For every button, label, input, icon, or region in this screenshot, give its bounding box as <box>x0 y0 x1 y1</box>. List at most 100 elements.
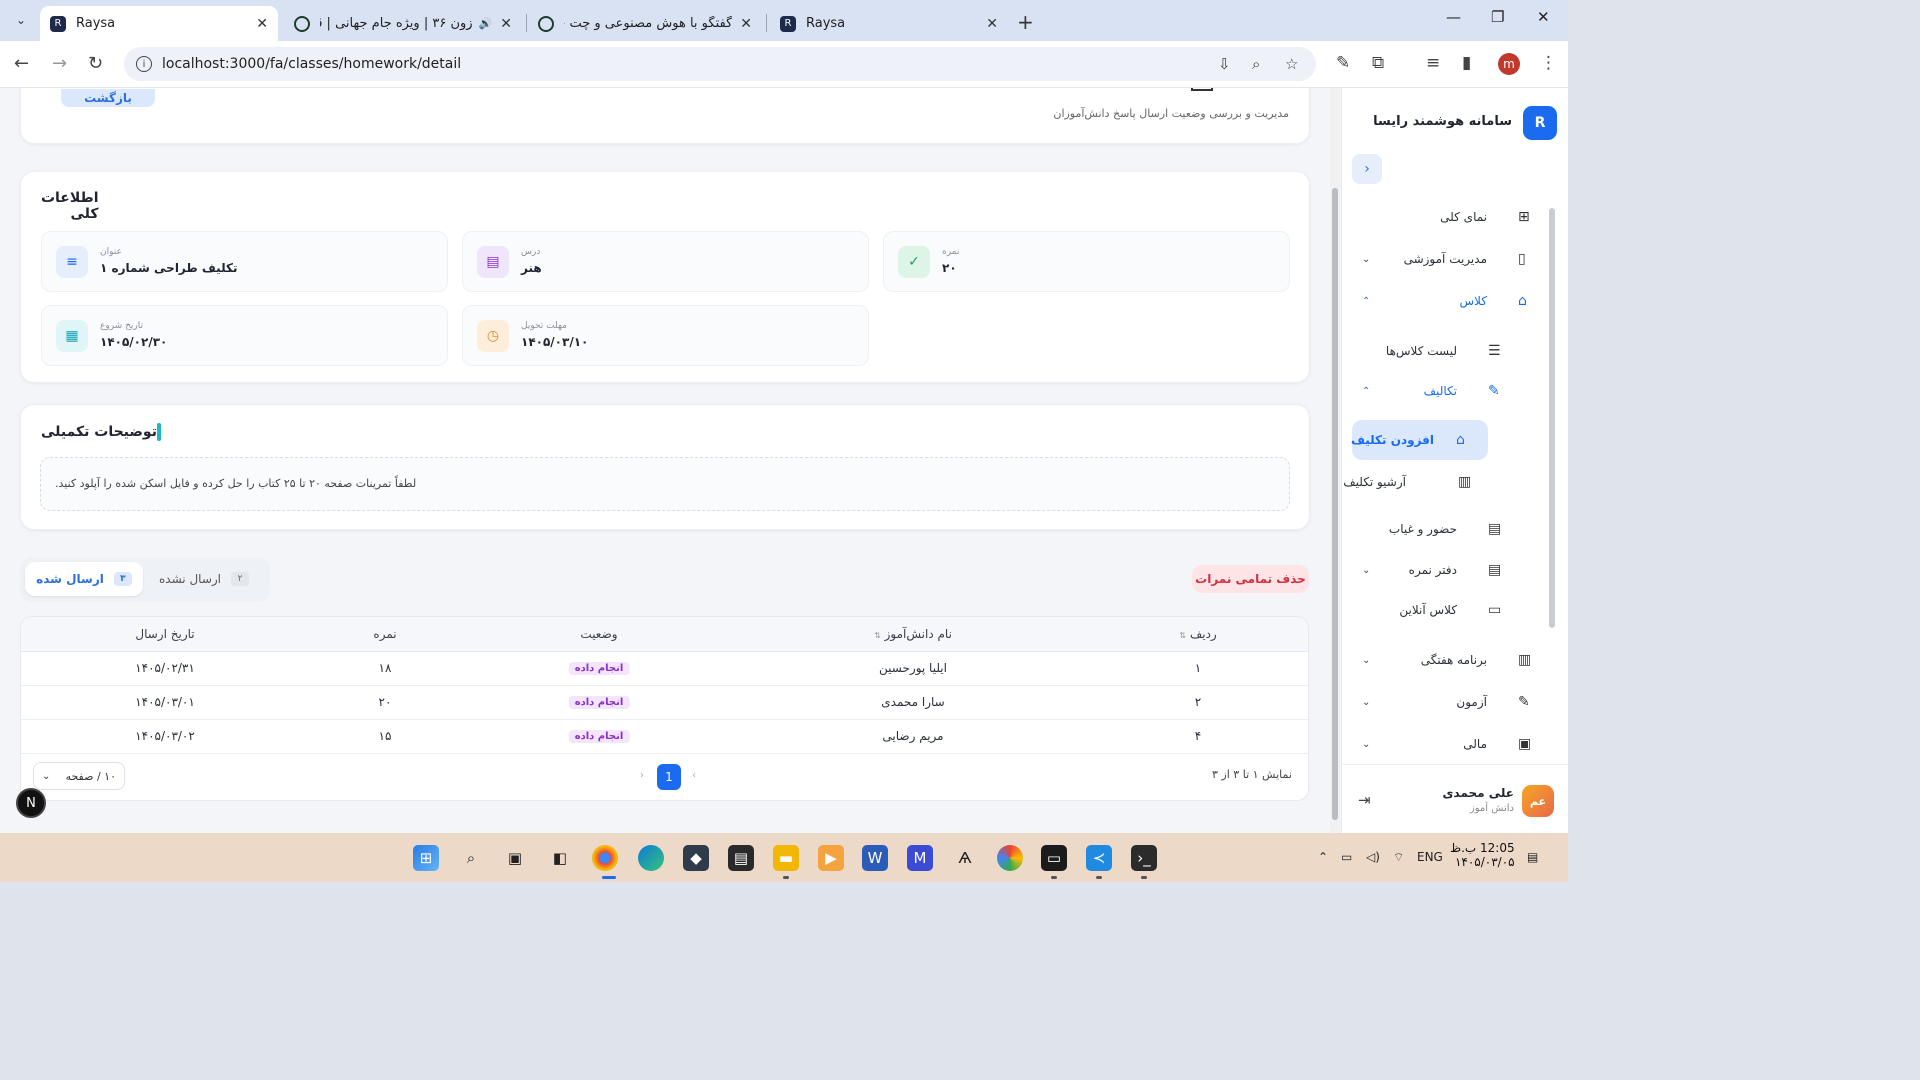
table-row[interactable]: ۱ ایلیا پورحسین انجام داده ۱۸ ۱۴۰۵/۰۲/۳۱ <box>21 652 1308 686</box>
collapse-sidebar-chevron-icon[interactable]: › <box>1352 154 1382 184</box>
forward-arrow-icon[interactable]: → <box>52 53 67 74</box>
system-clock[interactable]: 12:05 ب.ظ ۱۴۰۵/۰۳/۰۵ <box>1450 841 1515 869</box>
extensions-puzzle-icon[interactable]: ⧉ <box>1372 53 1384 73</box>
scrollbar-thumb[interactable] <box>1332 188 1338 820</box>
sidebar-item-overview[interactable]: ⊞ نمای کلی <box>1342 201 1542 233</box>
chrome-icon[interactable] <box>592 845 618 871</box>
nextjs-dev-badge-icon[interactable]: N <box>16 788 46 818</box>
cmd-icon[interactable]: ›_ <box>1131 845 1157 871</box>
sidebar-item-add-homework[interactable]: ⌂ افزودن تکلیف <box>1351 424 1488 456</box>
sidebar-item-exam[interactable]: ⌄ ✎ آزمون <box>1342 686 1542 718</box>
clock-icon: ◷ <box>477 320 509 352</box>
profile-avatar[interactable]: m <box>1498 53 1520 75</box>
page-subtitle: مدیریت و بررسی وضعیت ارسال پاسخ دانش‌آمو… <box>1053 107 1289 120</box>
main-scrollbar[interactable] <box>1330 88 1340 833</box>
speaker-icon[interactable]: 🔊 <box>479 17 493 30</box>
restore-icon[interactable]: ❐ <box>1491 8 1504 26</box>
reload-icon[interactable]: ↻ <box>88 53 103 74</box>
language-indicator[interactable]: ENG <box>1417 850 1443 864</box>
prev-page-icon[interactable]: › <box>640 770 644 781</box>
close-tab-icon[interactable]: ✕ <box>986 16 998 32</box>
close-tab-icon[interactable]: ✕ <box>740 16 752 32</box>
tab-submitted[interactable]: ۳ ارسال شده <box>25 562 143 596</box>
minimize-icon[interactable]: — <box>1446 8 1461 26</box>
list-icon: ☰ <box>1488 343 1501 359</box>
back-button[interactable]: بازگشت <box>61 89 155 107</box>
sidebar-item-finance[interactable]: ⌄ ▣ مالی <box>1342 728 1542 760</box>
address-bar[interactable]: i localhost:3000/fa/classes/homework/det… <box>124 47 1316 81</box>
browser-tab-4[interactable]: R Raysa ✕ <box>770 6 1008 41</box>
col-label: نام دانش‌آموز <box>884 627 952 641</box>
brand-logo: R <box>1523 106 1557 140</box>
edge-icon[interactable] <box>638 845 664 871</box>
tab-not-submitted[interactable]: ۲ ارسال نشده <box>145 562 263 596</box>
windows-taskbar: ⊞ ⌕ ▣ ◧ ◆ ▤ ▬ ▶ W M Ѧ ▭ ≺ ›_ ⌃ ▭ ◁) ⌔ EN… <box>0 833 1568 882</box>
notification-icon[interactable]: ▤ <box>1527 850 1538 864</box>
search-icon[interactable]: ⌕ <box>458 845 484 871</box>
back-arrow-icon[interactable]: ← <box>14 53 29 74</box>
delete-all-scores-button[interactable]: حذف تمامی نمرات <box>1192 565 1309 593</box>
zoom-icon[interactable]: ⌕ <box>1252 55 1260 73</box>
tray-chevron-up-icon[interactable]: ⌃ <box>1318 850 1328 864</box>
info-due-box: ◷ مهلت تحویل ۱۴۰۵/۰۳/۱۰ <box>462 305 869 366</box>
side-panel-icon[interactable]: ▮ <box>1462 53 1471 73</box>
battery-icon[interactable]: ▭ <box>1341 850 1352 864</box>
media-player-icon[interactable]: ▶ <box>818 845 844 871</box>
app-m-icon[interactable]: M <box>907 845 933 871</box>
bookmark-star-icon[interactable]: ☆ <box>1285 55 1298 73</box>
sidebar-item-class[interactable]: ⌃ ⌂ کلاس <box>1342 285 1542 317</box>
site-info-icon[interactable]: i <box>136 56 152 72</box>
sidebar-item-weekly-schedule[interactable]: ⌄ ▥ برنامه هفتگی <box>1342 644 1542 676</box>
browser-menu-icon[interactable]: ⋮ <box>1540 53 1557 73</box>
word-icon[interactable]: W <box>862 845 888 871</box>
sidebar-item-attendance[interactable]: ▤ حضور و غیاب <box>1342 513 1542 545</box>
close-tab-icon[interactable]: ✕ <box>500 16 512 32</box>
sidebar-item-homework-archive[interactable]: ▥ آرشیو تکلیف <box>1342 466 1542 498</box>
tab-search-chevron-icon[interactable]: ⌄ <box>8 8 34 32</box>
logout-icon[interactable]: ⇥ <box>1358 791 1371 809</box>
new-tab-plus-icon[interactable]: + <box>1017 10 1034 34</box>
sidebar-item-online-class[interactable]: ▭ کلاس آنلاین <box>1342 594 1542 626</box>
col-name-header[interactable]: ⇅ نام دانش‌آموز <box>874 627 952 641</box>
sidebar-item-homework[interactable]: ⌃ ✎ تکالیف <box>1342 375 1542 407</box>
tab-separator <box>526 14 527 32</box>
building-icon: ▥ <box>1518 652 1532 668</box>
sidebar-scrollbar[interactable] <box>1548 198 1556 756</box>
sidebar-item-class-list[interactable]: ☰ لیست کلاس‌ها <box>1342 335 1542 367</box>
app-a-icon[interactable]: Ѧ <box>952 845 978 871</box>
browser-tab-2[interactable]: زون ۳۶ | ویژه جام جهانی | قس... 🔊 ✕ <box>284 6 522 41</box>
media-control-icon[interactable]: ≡ <box>1426 53 1440 73</box>
app-cube-icon[interactable]: ◆ <box>683 845 709 871</box>
sidebar-item-edu-mgmt[interactable]: ⌄ ▯ مدیریت آموزشی <box>1342 243 1542 275</box>
next-page-icon[interactable]: ‹ <box>692 770 696 781</box>
submission-tabs: ۳ ارسال شده ۲ ارسال نشده <box>20 557 270 602</box>
browser-tab-1[interactable]: R Raysa ✕ <box>40 6 278 41</box>
task-view-icon[interactable]: ▣ <box>502 845 528 871</box>
windows-start-icon[interactable]: ⊞ <box>413 845 439 871</box>
widgets-icon[interactable]: ◧ <box>547 845 573 871</box>
wifi-icon[interactable]: ⌔ <box>1393 850 1404 865</box>
cell-status: انجام داده <box>568 694 630 709</box>
install-app-icon[interactable]: ⇩ <box>1218 55 1231 73</box>
terminal-icon[interactable]: ▭ <box>1041 845 1067 871</box>
not-submitted-label: ارسال نشده <box>159 572 222 586</box>
table-row[interactable]: ۲ سارا محمدی انجام داده ۲۰ ۱۴۰۵/۰۳/۰۱ <box>21 686 1308 720</box>
close-tab-icon[interactable]: ✕ <box>256 16 268 32</box>
sidebar-item-gradebook[interactable]: ⌄ ▤ دفتر نمره <box>1342 554 1542 586</box>
page-1-button[interactable]: 1 <box>657 764 681 790</box>
table-row[interactable]: ۴ مریم رضایی انجام داده ۱۵ ۱۴۰۵/۰۳/۰۲ <box>21 720 1308 754</box>
info-value: هنر <box>521 261 542 275</box>
col-row-header[interactable]: ⇅ ردیف <box>1179 627 1216 641</box>
close-window-icon[interactable]: ✕ <box>1537 8 1550 26</box>
volume-icon[interactable]: ◁) <box>1366 850 1380 864</box>
store-bag-icon[interactable]: ▤ <box>728 845 754 871</box>
scrollbar-thumb[interactable] <box>1549 208 1555 628</box>
per-page-select[interactable]: ۱۰ / صفحه ⌄ <box>33 762 125 790</box>
chevron-up-icon: ⌃ <box>1362 295 1371 307</box>
photos-icon[interactable] <box>997 845 1023 871</box>
browser-tab-3[interactable]: گفتگو با هوش مصنوعی و چت جـ ✕ <box>528 6 762 41</box>
vscode-icon[interactable]: ≺ <box>1086 845 1112 871</box>
notes-text: لطفاً تمرینات صفحه ۲۰ تا ۲۵ کتاب را حل ک… <box>55 477 417 490</box>
file-explorer-icon[interactable]: ▬ <box>773 845 799 871</box>
pen-extension-icon[interactable]: ✎ <box>1336 53 1350 73</box>
